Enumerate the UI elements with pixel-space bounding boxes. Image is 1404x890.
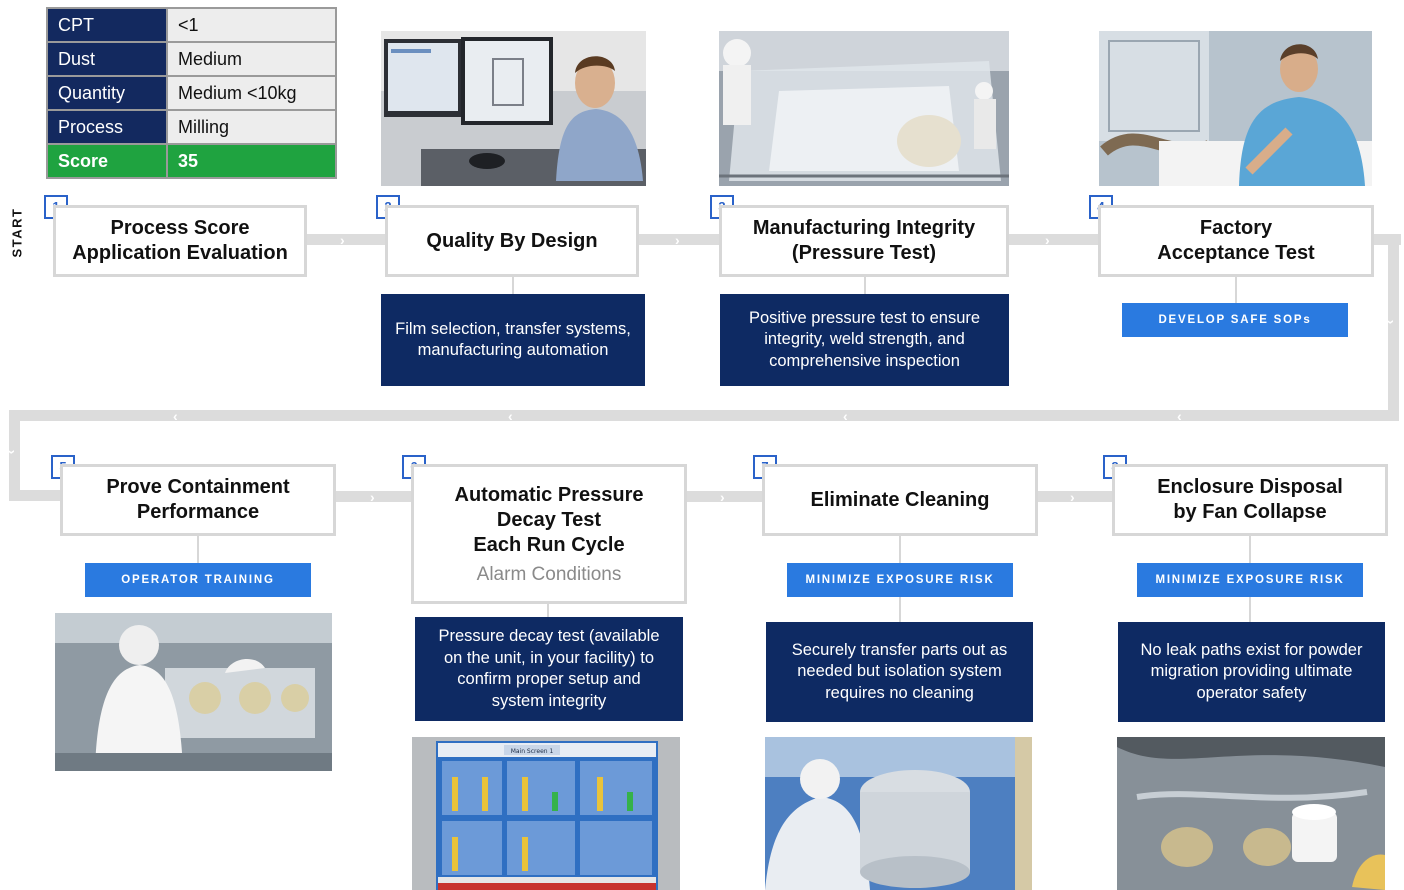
start-label: START bbox=[6, 205, 28, 265]
chevron-right-icon: › bbox=[675, 232, 680, 248]
step-3-description: Positive pressure test to ensure integri… bbox=[720, 294, 1009, 386]
step-title-line: by Fan Collapse bbox=[1173, 501, 1327, 523]
chevron-right-icon: › bbox=[1070, 489, 1075, 505]
operator-training-photo bbox=[55, 613, 332, 771]
score-row-quantity: Quantity Medium <10kg bbox=[46, 75, 337, 111]
step-2-description: Film selection, transfer systems, manufa… bbox=[381, 294, 645, 386]
score-row-cpt: CPT <1 bbox=[46, 7, 337, 43]
score-value: <1 bbox=[166, 7, 337, 43]
step-title-line: Performance bbox=[136, 501, 260, 523]
score-key: Process bbox=[46, 109, 168, 145]
connector-line bbox=[1249, 534, 1251, 564]
connector-line bbox=[197, 534, 199, 564]
step-8-tag: MINIMIZE EXPOSURE RISK bbox=[1137, 563, 1363, 597]
step-4-box: Factory Acceptance Test bbox=[1098, 205, 1374, 277]
flow-segment bbox=[9, 410, 1399, 421]
hmi-screen-photo: Main Screen 1 bbox=[412, 737, 680, 890]
connector-line bbox=[1235, 274, 1237, 304]
score-key: CPT bbox=[46, 7, 168, 43]
flow-segment bbox=[684, 491, 766, 502]
step-6-subtitle: Alarm Conditions bbox=[476, 563, 622, 585]
step-title-line: Enclosure Disposal bbox=[1157, 476, 1343, 498]
chevron-right-icon: › bbox=[720, 489, 725, 505]
chevron-left-icon: ‹ bbox=[173, 408, 178, 424]
score-value: 35 bbox=[166, 143, 337, 179]
step-4-tag: DEVELOP SAFE SOPs bbox=[1122, 303, 1348, 337]
svg-text:Main Screen 1: Main Screen 1 bbox=[511, 748, 554, 755]
step-6-description: Pressure decay test (available on the un… bbox=[415, 617, 683, 721]
step-7-description: Securely transfer parts out as needed bu… bbox=[766, 622, 1033, 722]
chevron-down-icon: › bbox=[1383, 319, 1400, 325]
score-value: Medium bbox=[166, 41, 337, 77]
step-title-line: Each Run Cycle bbox=[473, 533, 625, 556]
process-score-table: CPT <1 Dust Medium Quantity Medium <10kg… bbox=[46, 7, 337, 179]
score-row-total: Score 35 bbox=[46, 143, 337, 179]
factory-acceptance-photo bbox=[1099, 31, 1372, 186]
step-1-box: Process Score Application Evaluation bbox=[53, 205, 307, 277]
score-key: Score bbox=[46, 143, 168, 179]
flow-segment bbox=[9, 410, 20, 500]
score-key: Dust bbox=[46, 41, 168, 77]
step-title-line: Eliminate Cleaning bbox=[810, 488, 990, 511]
flow-segment bbox=[305, 234, 390, 245]
chevron-left-icon: ‹ bbox=[1177, 408, 1182, 424]
start-label-text: START bbox=[9, 207, 25, 258]
connector-line bbox=[899, 534, 901, 564]
step-title-line: Process Score bbox=[110, 217, 250, 239]
chevron-left-icon: ‹ bbox=[843, 408, 848, 424]
step-7-box: Eliminate Cleaning bbox=[762, 464, 1038, 536]
enclosure-disposal-photo bbox=[1117, 737, 1385, 890]
connector-line bbox=[899, 596, 901, 624]
step-8-box: Enclosure Disposal by Fan Collapse bbox=[1112, 464, 1388, 536]
step-title-line: Prove Containment bbox=[106, 476, 290, 498]
chevron-right-icon: › bbox=[1045, 232, 1050, 248]
score-row-dust: Dust Medium bbox=[46, 41, 337, 77]
score-row-process: Process Milling bbox=[46, 109, 337, 145]
step-title-line: Automatic Pressure bbox=[454, 483, 644, 506]
flow-segment bbox=[1035, 491, 1115, 502]
connector-line bbox=[512, 274, 514, 296]
flow-segment bbox=[9, 490, 64, 501]
chevron-down-icon: › bbox=[4, 449, 21, 455]
step-5-box: Prove Containment Performance bbox=[60, 464, 336, 536]
score-value: Medium <10kg bbox=[166, 75, 337, 111]
step-8-description: No leak paths exist for powder migration… bbox=[1118, 622, 1385, 722]
chevron-left-icon: ‹ bbox=[508, 408, 513, 424]
step-title-line: Acceptance Test bbox=[1157, 242, 1315, 264]
cleanroom-isolator-photo bbox=[719, 31, 1009, 186]
step-2-box: Quality By Design bbox=[385, 205, 639, 277]
score-value: Milling bbox=[166, 109, 337, 145]
score-key: Quantity bbox=[46, 75, 168, 111]
step-title-line: (Pressure Test) bbox=[791, 242, 937, 264]
step-3-box: Manufacturing Integrity (Pressure Test) bbox=[719, 205, 1009, 277]
step-5-tag: OPERATOR TRAINING bbox=[85, 563, 311, 597]
step-6-box: Automatic Pressure Decay Test Each Run C… bbox=[411, 464, 687, 604]
connector-line bbox=[547, 602, 549, 618]
connector-line bbox=[1249, 596, 1251, 624]
step-title-line: Quality By Design bbox=[426, 229, 598, 252]
chevron-right-icon: › bbox=[370, 489, 375, 505]
flow-segment bbox=[1388, 234, 1399, 421]
step-title-line: Application Evaluation bbox=[72, 242, 288, 264]
chevron-right-icon: › bbox=[340, 232, 345, 248]
engineer-at-monitors-photo bbox=[381, 31, 646, 186]
flow-segment bbox=[637, 234, 723, 245]
connector-line bbox=[864, 274, 866, 296]
step-title-line: Manufacturing Integrity bbox=[752, 217, 976, 239]
step-title-line: Decay Test bbox=[496, 508, 602, 531]
step-title-line: Factory bbox=[1199, 217, 1273, 239]
transfer-parts-photo bbox=[765, 737, 1032, 890]
flow-segment bbox=[1006, 234, 1102, 245]
step-7-tag: MINIMIZE EXPOSURE RISK bbox=[787, 563, 1013, 597]
